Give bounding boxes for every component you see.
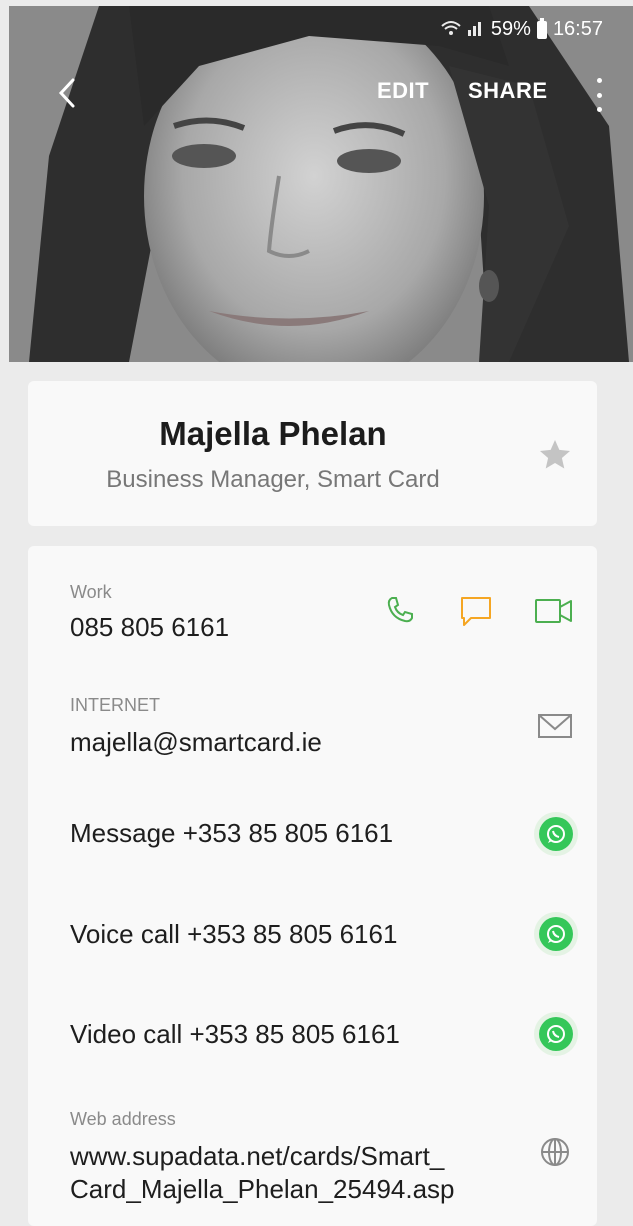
message-icon[interactable]	[459, 594, 493, 628]
mail-icon[interactable]	[537, 712, 573, 740]
contact-name: Majella Phelan	[159, 415, 387, 452]
web-address-line1: www.supadata.net/cards/Smart_	[70, 1141, 445, 1171]
phone-icon[interactable]	[384, 594, 416, 626]
contact-photo-image	[9, 6, 633, 362]
back-icon[interactable]	[51, 74, 85, 112]
star-icon[interactable]	[537, 437, 573, 473]
whatsapp-message-text: Message +353 85 805 6161	[70, 818, 394, 848]
whatsapp-voice-text: Voice call +353 85 805 6161	[70, 919, 398, 949]
share-button[interactable]: SHARE	[468, 78, 548, 104]
more-options-icon[interactable]	[592, 78, 606, 112]
email-label: INTERNET	[70, 695, 160, 715]
phone-label: Work	[70, 582, 112, 602]
video-call-icon[interactable]	[534, 596, 574, 626]
phone-number: 085 805 6161	[70, 612, 230, 642]
battery-percent: 59%	[490, 18, 531, 40]
battery-icon	[536, 17, 547, 39]
contact-subtitle: Business Manager, Smart Card	[106, 466, 440, 493]
whatsapp-icon[interactable]	[534, 912, 578, 956]
signal-icon	[467, 20, 485, 39]
whatsapp-video-text: Video call +353 85 805 6161	[70, 1019, 400, 1049]
globe-icon[interactable]	[539, 1136, 571, 1168]
contact-details-card: Work 085 805 6161 INTERNET majella@smart…	[28, 546, 597, 1226]
contact-photo[interactable]: 59% 16:57 EDIT SHARE	[9, 6, 633, 362]
status-bar: 59% 16:57	[441, 17, 603, 41]
whatsapp-icon[interactable]	[534, 1012, 578, 1056]
wifi-icon	[441, 20, 461, 39]
email-address: majella@smartcard.ie	[70, 727, 322, 757]
contact-name-card: Majella Phelan Business Manager, Smart C…	[28, 381, 597, 526]
status-time: 16:57	[552, 18, 603, 40]
web-label: Web address	[70, 1109, 176, 1129]
web-address-line2: Card_Majella_Phelan_25494.asp	[70, 1174, 455, 1204]
edit-button[interactable]: EDIT	[377, 78, 429, 104]
whatsapp-icon[interactable]	[534, 812, 578, 856]
